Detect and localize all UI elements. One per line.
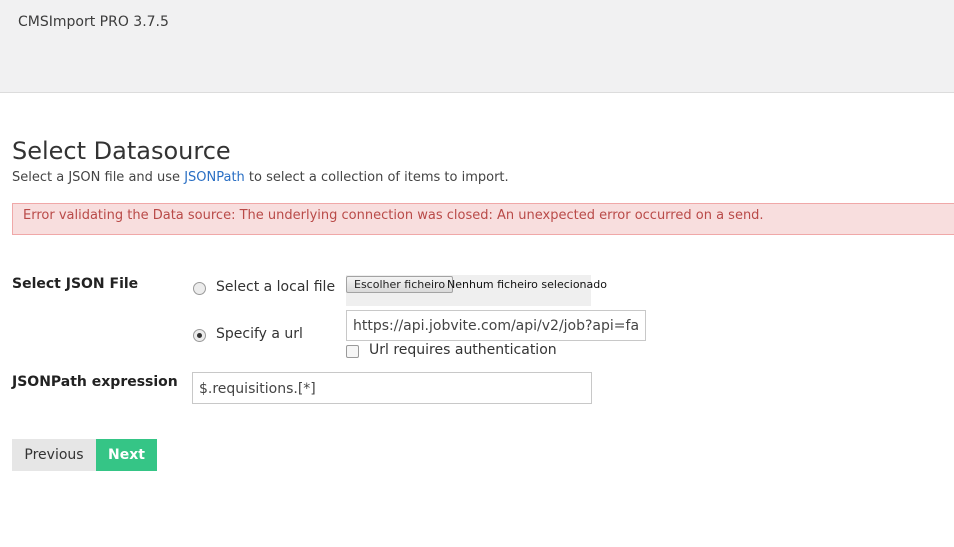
previous-button[interactable]: Previous [12, 439, 96, 471]
page-subtitle: Select a JSON file and use JSONPath to s… [12, 170, 509, 185]
select-json-file-label: Select JSON File [12, 276, 139, 292]
url-option-label[interactable]: Specify a url [216, 326, 303, 342]
url-radio[interactable] [193, 329, 206, 342]
url-auth-checkbox[interactable] [346, 345, 359, 358]
next-button[interactable]: Next [96, 439, 157, 471]
choose-file-button[interactable]: Escolher ficheiro [346, 276, 454, 293]
url-auth-label[interactable]: Url requires authentication [369, 342, 557, 358]
app-title: CMSImport PRO 3.7.5 [18, 14, 169, 30]
error-alert: Error validating the Data source: The un… [12, 203, 954, 235]
url-input[interactable]: https://api.jobvite.com/api/v2/job?api=f… [346, 310, 646, 341]
error-message: Error validating the Data source: The un… [23, 208, 764, 223]
local-file-radio[interactable] [193, 282, 206, 295]
subtitle-text-end: to select a collection of items to impor… [244, 170, 509, 185]
file-status-text: Nenhum ficheiro selecionado [447, 278, 607, 291]
subtitle-text-start: Select a JSON file and use [12, 170, 185, 185]
file-picker[interactable]: Escolher ficheiro Nenhum ficheiro seleci… [346, 275, 607, 306]
url-radio-selected-dot [197, 333, 202, 338]
jsonpath-input[interactable]: $.requisitions.[*] [192, 372, 592, 404]
jsonpath-expression-label: JSONPath expression [12, 374, 178, 390]
top-header: CMSImport PRO 3.7.5 [0, 0, 954, 93]
local-file-option-label[interactable]: Select a local file [216, 279, 335, 295]
jsonpath-link[interactable]: JSONPath [184, 170, 245, 185]
page-title: Select Datasource [12, 137, 231, 165]
